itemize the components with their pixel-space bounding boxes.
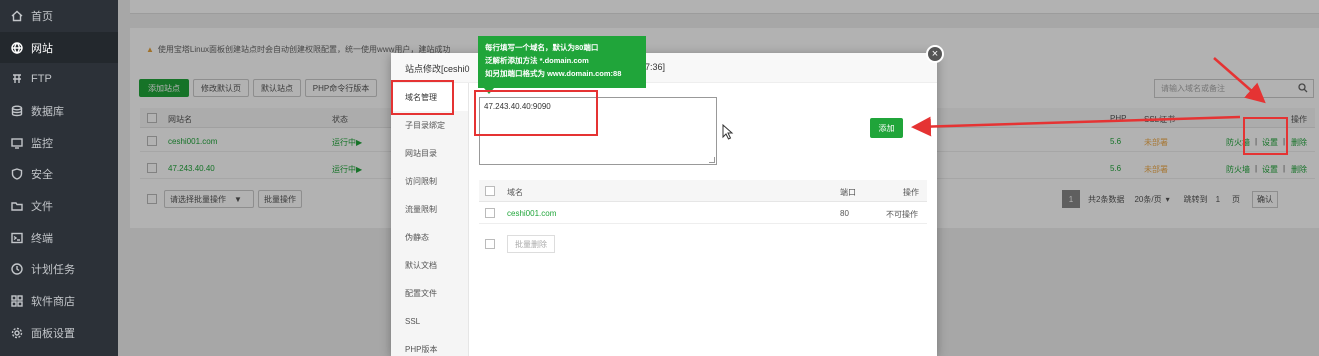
col-port: 端口 <box>840 188 856 197</box>
col-domain: 域名 <box>507 188 523 197</box>
grid-icon <box>10 294 24 308</box>
footer-checkbox[interactable] <box>485 239 495 249</box>
sidebar-item-label: 计划任务 <box>31 264 75 277</box>
op-value: 不可操作 <box>886 210 918 219</box>
sidebar: 首页 网站 FTP 数据库 监控 安全 文件 终端 计划任务 软件商店 面板设置 <box>0 0 118 356</box>
menu-access-limit[interactable]: 访问限制 <box>391 167 468 195</box>
port-value: 80 <box>840 209 849 218</box>
sidebar-item-database[interactable]: 数据库 <box>0 95 118 127</box>
home-icon <box>10 9 24 23</box>
annotation-box-domain-menu <box>391 80 454 115</box>
sidebar-item-label: 面板设置 <box>31 327 75 340</box>
domain-table: 域名 端口 操作 ceshi001.com 80 不可操作 <box>479 180 927 224</box>
row-checkbox[interactable] <box>485 208 495 218</box>
monitor-icon <box>10 136 24 150</box>
shield-icon <box>10 167 24 181</box>
gear-icon <box>10 326 24 340</box>
batch-delete-button[interactable]: 批量删除 <box>507 235 555 253</box>
menu-php-version[interactable]: PHP版本 <box>391 335 468 356</box>
col-ops: 操作 <box>903 188 919 197</box>
add-domain-button[interactable]: 添加 <box>870 118 903 138</box>
database-icon <box>10 104 24 118</box>
terminal-icon <box>10 231 24 245</box>
modal-title: 站点修改[ceshi0 7:36] <box>391 53 937 83</box>
sidebar-item-label: FTP <box>31 73 52 86</box>
sidebar-item-terminal[interactable]: 终端 <box>0 222 118 254</box>
select-all-checkbox[interactable] <box>485 186 495 196</box>
sidebar-item-label: 监控 <box>31 137 53 150</box>
close-icon[interactable]: × <box>926 45 944 63</box>
sidebar-item-ftp[interactable]: FTP <box>0 63 118 95</box>
annotation-box-textarea <box>474 90 598 136</box>
ftp-icon <box>10 72 24 86</box>
menu-default-doc[interactable]: 默认文档 <box>391 251 468 279</box>
menu-site-directory[interactable]: 网站目录 <box>391 139 468 167</box>
sidebar-item-label: 终端 <box>31 232 53 245</box>
menu-ssl[interactable]: SSL <box>391 307 468 335</box>
sidebar-item-label: 文件 <box>31 200 53 213</box>
sidebar-item-store[interactable]: 软件商店 <box>0 285 118 317</box>
sidebar-item-website[interactable]: 网站 <box>0 31 118 64</box>
sidebar-item-cron[interactable]: 计划任务 <box>0 254 118 286</box>
sidebar-item-label: 软件商店 <box>31 296 75 309</box>
table-row: ceshi001.com 80 不可操作 <box>479 202 927 224</box>
clock-icon <box>10 262 24 276</box>
sidebar-item-settings[interactable]: 面板设置 <box>0 317 118 349</box>
domain-help-tooltip: 每行填写一个域名，默认为80端口 泛解析添加方法 *.domain.com 如另… <box>478 36 646 88</box>
annotation-box-settings <box>1243 117 1288 155</box>
sidebar-item-label: 首页 <box>31 10 53 23</box>
menu-subdir-binding[interactable]: 子目录绑定 <box>391 111 468 139</box>
globe-icon <box>10 41 24 55</box>
modal-menu: 域名管理 子目录绑定 网站目录 访问限制 流量限制 伪静态 默认文档 配置文件 … <box>391 83 469 356</box>
sidebar-item-label: 网站 <box>31 42 53 55</box>
domain-table-header: 域名 端口 操作 <box>479 180 927 202</box>
sidebar-item-monitor[interactable]: 监控 <box>0 127 118 159</box>
sidebar-item-label: 安全 <box>31 169 53 182</box>
sidebar-item-label: 数据库 <box>31 105 64 118</box>
menu-rewrite[interactable]: 伪静态 <box>391 223 468 251</box>
resize-handle[interactable] <box>709 157 715 163</box>
folder-icon <box>10 199 24 213</box>
domain-link[interactable]: ceshi001.com <box>507 209 556 218</box>
menu-traffic-limit[interactable]: 流量限制 <box>391 195 468 223</box>
sidebar-item-files[interactable]: 文件 <box>0 190 118 222</box>
sidebar-item-home[interactable]: 首页 <box>0 0 118 32</box>
menu-config-file[interactable]: 配置文件 <box>391 279 468 307</box>
mouse-cursor-icon <box>722 124 734 140</box>
sidebar-item-security[interactable]: 安全 <box>0 158 118 190</box>
